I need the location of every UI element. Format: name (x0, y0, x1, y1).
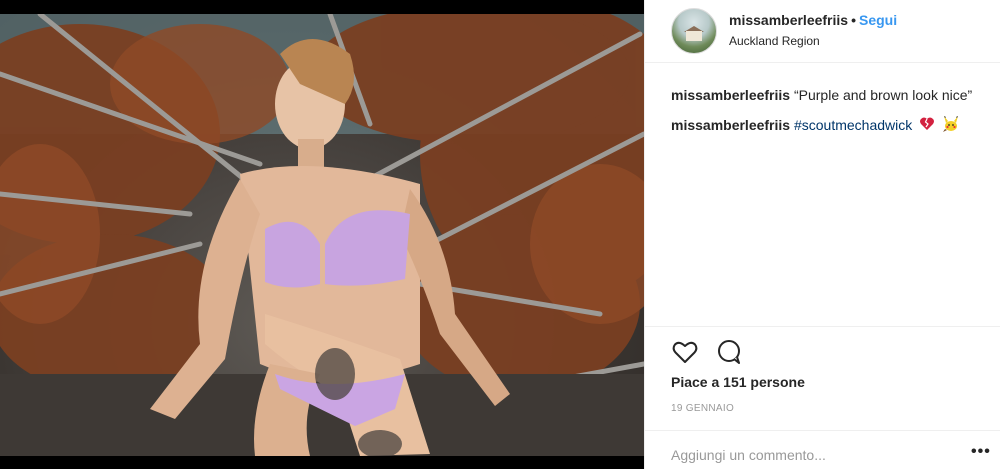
actions-divider (645, 326, 1000, 327)
post-media[interactable] (0, 0, 644, 469)
avatar[interactable] (671, 8, 717, 54)
comment-username[interactable]: missamberleefriis (671, 117, 790, 133)
comments-list: missamberleefriis “Purple and brown look… (671, 85, 981, 148)
comment-divider (645, 430, 1000, 431)
post-header: missamberleefriis • Segui Auckland Region (645, 0, 1000, 60)
add-comment-input[interactable]: Aggiungi un commento... (671, 447, 951, 463)
broken-heart-icon (919, 116, 935, 137)
post-sidebar: missamberleefriis • Segui Auckland Region … (644, 0, 1000, 469)
post-date: 19 GENNAIO (671, 403, 735, 414)
likes-count[interactable]: Piace a 151 persone (671, 374, 805, 390)
comment-username[interactable]: missamberleefriis (671, 87, 790, 103)
hashtag-comment: missamberleefriis #scoutmechadwick (671, 115, 981, 138)
separator-dot: • (851, 12, 856, 28)
more-options-button[interactable]: ••• (971, 443, 991, 461)
comment-icon[interactable] (715, 338, 743, 366)
avatar-house (686, 31, 702, 41)
follow-button[interactable]: Segui (859, 12, 897, 28)
hashtag-link[interactable]: #scoutmechadwick (794, 117, 912, 133)
pikachu-icon (942, 115, 960, 138)
comment-text: “Purple and brown look nice” (793, 87, 973, 103)
location-link[interactable]: Auckland Region (729, 34, 820, 48)
username-row: missamberleefriis • Segui (729, 12, 897, 28)
header-divider (645, 62, 1000, 63)
heart-icon[interactable] (671, 338, 699, 366)
caption-comment: missamberleefriis “Purple and brown look… (671, 85, 981, 105)
instagram-post: missamberleefriis • Segui Auckland Region … (0, 0, 1000, 469)
post-photo[interactable] (0, 14, 644, 456)
username-link[interactable]: missamberleefriis (729, 12, 848, 28)
